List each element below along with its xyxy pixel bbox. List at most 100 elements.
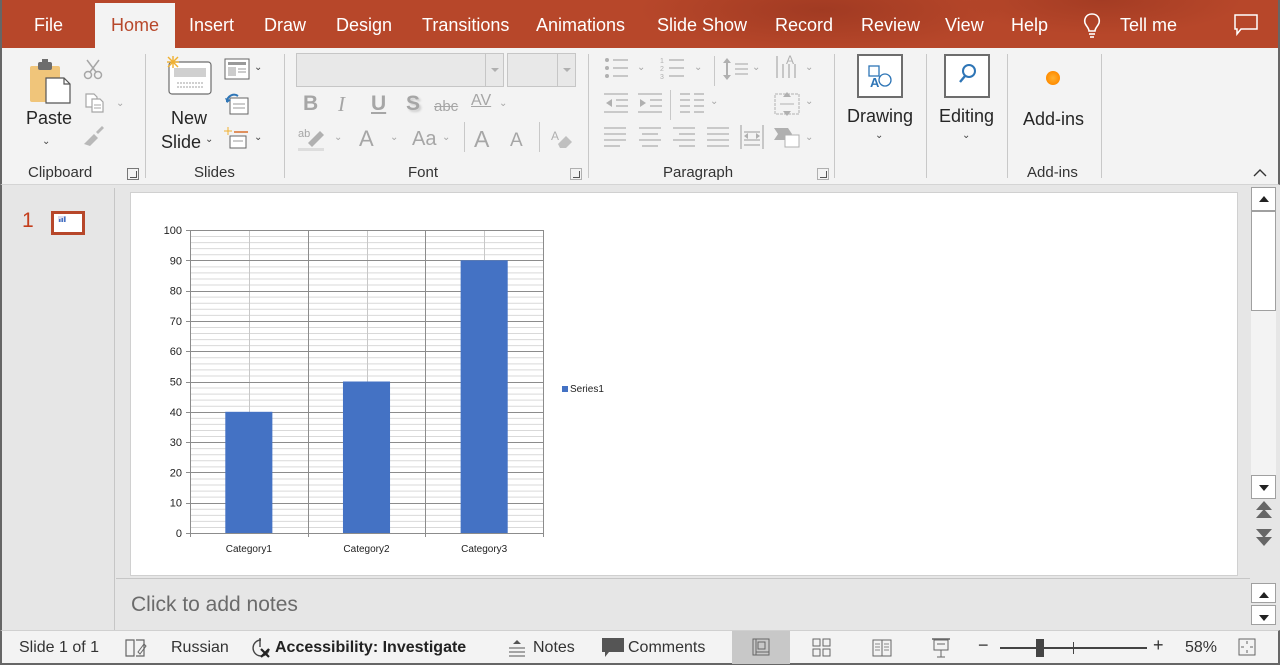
spelling-check-icon[interactable] — [124, 638, 148, 658]
reset-slide-icon[interactable] — [224, 92, 250, 116]
tab-view[interactable]: View — [945, 0, 984, 48]
tab-animations[interactable]: Animations — [536, 0, 625, 48]
paragraph-dialog-launcher[interactable] — [817, 168, 829, 180]
text-direction-icon[interactable]: A — [774, 54, 802, 82]
format-painter-icon[interactable] — [82, 124, 106, 148]
zoom-slider-handle[interactable] — [1036, 639, 1044, 657]
change-case-dropdown-icon[interactable]: ⌄ — [442, 132, 450, 143]
comment-icon[interactable] — [601, 637, 625, 659]
bold-button[interactable]: B — [303, 92, 318, 116]
notes-placeholder[interactable]: Click to add notes — [131, 593, 298, 617]
highlight-dropdown-icon[interactable]: ⌄ — [334, 132, 342, 143]
legend-swatch — [562, 386, 568, 392]
next-slide-icon[interactable] — [1256, 527, 1272, 547]
language-indicator[interactable]: Russian — [171, 639, 229, 657]
align-text-dropdown-icon[interactable]: ⌄ — [805, 96, 813, 107]
text-direction-dropdown-icon[interactable]: ⌄ — [805, 62, 813, 73]
comments-button[interactable]: Comments — [628, 639, 705, 657]
underline-button[interactable]: U — [371, 92, 386, 116]
slide-show-icon[interactable] — [931, 637, 951, 659]
change-case-button[interactable]: Aa — [412, 128, 436, 151]
normal-view-button[interactable] — [732, 631, 790, 664]
align-right-icon[interactable] — [673, 126, 697, 148]
notes-icon[interactable] — [508, 639, 526, 657]
scroll-down-button[interactable] — [1251, 475, 1276, 499]
columns-dropdown-icon[interactable]: ⌄ — [710, 96, 718, 107]
reading-view-icon[interactable] — [872, 638, 892, 658]
smartart-icon[interactable] — [774, 126, 802, 150]
clipboard-dialog-launcher[interactable] — [127, 168, 139, 180]
bullets-icon[interactable] — [604, 56, 634, 80]
tab-slide-show[interactable]: Slide Show — [657, 0, 747, 48]
character-spacing-dropdown-icon[interactable]: ⌄ — [499, 98, 507, 109]
notes-button[interactable]: Notes — [533, 639, 575, 657]
decrease-indent-icon[interactable] — [604, 92, 630, 114]
slide-sorter-icon[interactable] — [812, 638, 832, 658]
font-color-dropdown-icon[interactable]: ⌄ — [390, 132, 398, 143]
distributed-icon[interactable] — [740, 124, 764, 150]
shadow-button[interactable]: S — [406, 92, 420, 116]
previous-slide-icon[interactable] — [1256, 501, 1272, 521]
decrease-font-size-button[interactable]: A — [510, 130, 523, 152]
notes-pane[interactable]: Click to add notes — [116, 578, 1250, 630]
align-left-icon[interactable] — [604, 126, 628, 148]
tab-help[interactable]: Help — [1011, 0, 1048, 48]
font-dialog-launcher[interactable] — [570, 168, 582, 180]
comments-icon[interactable] — [1234, 14, 1258, 36]
scroll-thumb[interactable] — [1251, 211, 1276, 311]
tell-me-search[interactable]: Tell me — [1120, 0, 1177, 48]
cut-icon[interactable] — [82, 58, 104, 80]
scroll-up-button[interactable] — [1251, 187, 1276, 211]
layout-dropdown-icon[interactable]: ⌄ — [254, 62, 262, 73]
smartart-dropdown-icon[interactable]: ⌄ — [805, 132, 813, 143]
justify-icon[interactable] — [707, 126, 731, 148]
tab-review[interactable]: Review — [861, 0, 920, 48]
slide-canvas[interactable]: 0 10 20 30 40 50 60 70 80 90 100 Category1 Category… — [130, 192, 1238, 576]
align-text-icon[interactable] — [774, 90, 802, 118]
vertical-scrollbar[interactable] — [1251, 187, 1278, 627]
columns-icon[interactable] — [680, 92, 706, 114]
font-name-dropdown-icon[interactable] — [485, 54, 503, 86]
tab-transitions[interactable]: Transitions — [422, 0, 509, 48]
accessibility-status[interactable]: Accessibility: Investigate — [275, 639, 466, 657]
section-icon[interactable] — [224, 126, 250, 150]
numbering-dropdown-icon[interactable]: ⌄ — [694, 62, 702, 73]
increase-font-size-button[interactable]: A — [474, 126, 489, 153]
strikethrough-button[interactable]: abc — [434, 98, 458, 115]
fit-to-window-icon[interactable] — [1238, 638, 1256, 656]
tab-draw[interactable]: Draw — [264, 0, 306, 48]
zoom-out-button[interactable]: − — [978, 635, 989, 656]
collapse-ribbon-icon[interactable] — [1253, 168, 1267, 178]
tab-design[interactable]: Design — [336, 0, 392, 48]
tab-record[interactable]: Record — [775, 0, 833, 48]
copy-dropdown-icon[interactable]: ⌄ — [116, 98, 124, 109]
copy-icon[interactable] — [84, 92, 106, 114]
highlight-icon[interactable]: ab — [298, 126, 328, 152]
numbering-icon[interactable]: 123 — [660, 56, 690, 80]
font-name-combo[interactable] — [296, 53, 504, 87]
zoom-in-button[interactable]: + — [1153, 635, 1164, 656]
bar-chart[interactable]: 0102030405060708090100 Category1 Category… — [131, 193, 1239, 577]
clear-formatting-icon[interactable]: A — [550, 128, 574, 150]
italic-button[interactable]: I — [338, 92, 345, 117]
slide-thumbnail-1[interactable] — [51, 211, 85, 235]
increase-indent-icon[interactable] — [638, 92, 664, 114]
font-size-combo[interactable] — [507, 53, 576, 87]
notes-scroll-down-button[interactable] — [1251, 605, 1276, 625]
align-center-icon[interactable] — [639, 126, 663, 148]
tab-home[interactable]: Home — [95, 3, 176, 48]
section-dropdown-icon[interactable]: ⌄ — [254, 132, 262, 143]
layout-icon[interactable] — [224, 58, 250, 80]
tab-insert[interactable]: Insert — [189, 0, 234, 48]
lightbulb-icon[interactable] — [1082, 12, 1102, 40]
accessibility-icon[interactable] — [249, 637, 273, 659]
line-spacing-icon[interactable] — [722, 56, 752, 82]
line-spacing-dropdown-icon[interactable]: ⌄ — [752, 62, 760, 73]
character-spacing-button[interactable]: AV — [471, 92, 491, 110]
font-color-button[interactable]: A — [359, 126, 374, 152]
tab-file[interactable]: File — [34, 0, 63, 48]
zoom-level[interactable]: 58% — [1185, 639, 1217, 657]
notes-scroll-up-button[interactable] — [1251, 583, 1276, 603]
font-size-dropdown-icon[interactable] — [557, 54, 575, 86]
bullets-dropdown-icon[interactable]: ⌄ — [637, 62, 645, 73]
